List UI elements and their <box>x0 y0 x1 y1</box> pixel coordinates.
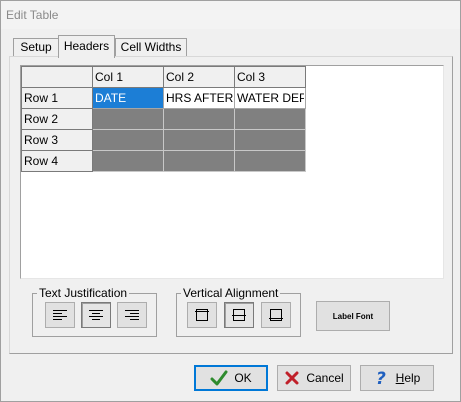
tab-cell-widths[interactable]: Cell Widths <box>115 38 187 57</box>
text-justification-group: Text Justification <box>32 286 157 337</box>
row-header[interactable]: Row 4 <box>21 150 93 172</box>
headers-tab-panel: Col 1 Col 2 Col 3 Row 1 DATE HRS AFTER C… <box>9 56 453 354</box>
edit-table-dialog: Edit Table Setup Headers Cell Widths Col… <box>0 0 461 402</box>
svg-text:?: ? <box>376 369 386 387</box>
column-header[interactable]: Col 2 <box>163 66 235 88</box>
align-left-button[interactable] <box>45 302 75 328</box>
header-grid[interactable]: Col 1 Col 2 Col 3 Row 1 DATE HRS AFTER C… <box>21 66 306 172</box>
align-center-button[interactable] <box>81 302 111 328</box>
label-font-button[interactable]: Label Font <box>316 301 390 331</box>
valign-top-icon <box>195 309 209 321</box>
valign-middle-icon <box>232 309 246 321</box>
disabled-cell <box>234 129 306 151</box>
align-right-button[interactable] <box>117 302 147 328</box>
disabled-cell <box>92 129 164 151</box>
vertical-alignment-label: Vertical Alignment <box>181 286 281 300</box>
tab-setup[interactable]: Setup <box>13 38 59 57</box>
grid-cell-selected[interactable]: DATE <box>92 87 164 109</box>
vertical-alignment-group: Vertical Alignment <box>176 286 301 337</box>
row-header[interactable]: Row 1 <box>21 87 93 109</box>
disabled-cell <box>163 129 235 151</box>
disabled-cell <box>163 150 235 172</box>
window-title: Edit Table <box>6 8 59 22</box>
disabled-cell <box>92 150 164 172</box>
checkmark-icon <box>210 370 228 386</box>
disabled-cell <box>234 108 306 130</box>
valign-bottom-icon <box>269 309 283 321</box>
row-header[interactable]: Row 3 <box>21 129 93 151</box>
valign-middle-button[interactable] <box>224 302 254 328</box>
align-right-icon <box>125 310 139 320</box>
close-icon <box>284 370 300 386</box>
valign-bottom-button[interactable] <box>261 302 291 328</box>
grid-corner <box>21 66 93 88</box>
cancel-button[interactable]: Cancel <box>277 365 351 391</box>
align-center-icon <box>89 310 103 320</box>
disabled-cell <box>92 108 164 130</box>
align-left-icon <box>53 310 67 320</box>
header-grid-area[interactable]: Col 1 Col 2 Col 3 Row 1 DATE HRS AFTER C… <box>20 65 444 279</box>
valign-top-button[interactable] <box>187 302 217 328</box>
help-button[interactable]: ? Help <box>360 365 434 391</box>
row-header[interactable]: Row 2 <box>21 108 93 130</box>
title-bar: Edit Table <box>1 1 460 29</box>
column-header[interactable]: Col 3 <box>234 66 306 88</box>
help-icon: ? <box>374 369 390 387</box>
disabled-cell <box>163 108 235 130</box>
column-header[interactable]: Col 1 <box>92 66 164 88</box>
grid-cell[interactable]: WATER DEPTH <box>234 87 306 109</box>
tab-headers[interactable]: Headers <box>58 35 115 58</box>
disabled-cell <box>234 150 306 172</box>
text-justification-label: Text Justification <box>37 286 130 300</box>
ok-button[interactable]: OK <box>194 365 268 391</box>
grid-cell[interactable]: HRS AFTER CAL <box>163 87 235 109</box>
